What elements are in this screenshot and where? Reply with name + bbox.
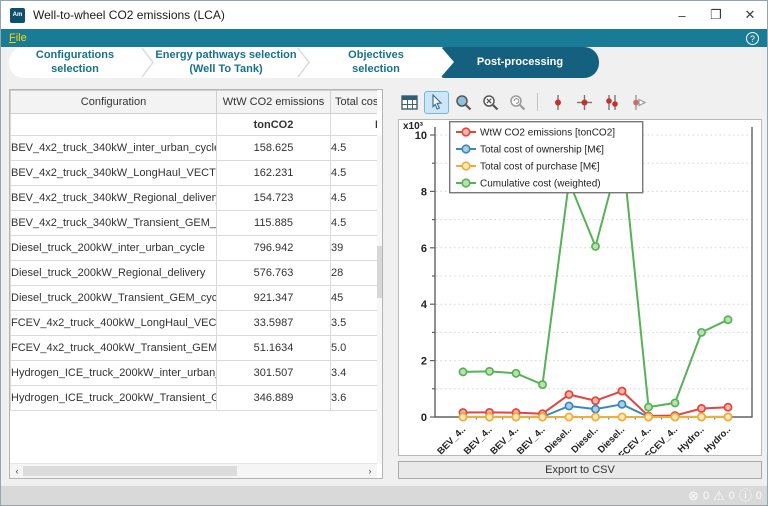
table-row[interactable]: Hydrogen_ICE_truck_200kW_inter_urban_cyc… bbox=[11, 361, 378, 386]
title-bar: Am Well-to-wheel CO2 emissions (LCA) – ❐… bbox=[1, 1, 767, 29]
double-cursor-icon[interactable] bbox=[599, 91, 624, 114]
menu-bar: File ? bbox=[1, 29, 767, 47]
legend-label: Total cost of ownership [M€] bbox=[480, 145, 604, 156]
horizontal-scrollbar-thumb[interactable] bbox=[23, 466, 237, 476]
legend-label: Cumulative cost (weighted) bbox=[480, 179, 601, 190]
table-row[interactable]: FCEV_4x2_truck_400kW_LongHaul_VECTO_cycl… bbox=[11, 311, 378, 336]
scroll-right-icon[interactable]: › bbox=[363, 464, 377, 478]
track-cursor-icon[interactable] bbox=[626, 91, 651, 114]
table-row[interactable]: BEV_4x2_truck_340kW_Regional_delivery154… bbox=[11, 186, 378, 211]
wizard-step-configurations[interactable]: Configurations selection bbox=[9, 47, 141, 78]
x-tick-label: Hydro.. bbox=[676, 424, 707, 455]
chart-toolbar bbox=[393, 89, 763, 115]
app-icon: Am bbox=[10, 8, 25, 23]
close-button[interactable]: ✕ bbox=[733, 1, 767, 29]
unit-cost: M bbox=[331, 114, 378, 136]
zoom-out-icon[interactable] bbox=[478, 91, 503, 114]
error-count-icon: ⊗ bbox=[688, 486, 699, 505]
error-count: 0 bbox=[703, 490, 709, 502]
toolbar-separator bbox=[537, 93, 538, 111]
table-row[interactable]: BEV_4x2_truck_340kW_LongHaul_VECTO_cycle… bbox=[11, 161, 378, 186]
table-row[interactable]: Diesel_truck_200kW_Transient_GEM_cycle92… bbox=[11, 286, 378, 311]
svg-text:4: 4 bbox=[421, 299, 428, 311]
app-window: Am Well-to-wheel CO2 emissions (LCA) – ❐… bbox=[0, 0, 768, 506]
menu-item-file[interactable]: File bbox=[9, 32, 27, 44]
chevron-separator-icon bbox=[141, 47, 155, 78]
table-row[interactable]: FCEV_4x2_truck_400kW_Transient_GEM_cycle… bbox=[11, 336, 378, 361]
table-horizontal-scrollbar[interactable]: ‹ › bbox=[10, 463, 377, 478]
table-row[interactable]: BEV_4x2_truck_340kW_inter_urban_cycle158… bbox=[11, 136, 378, 161]
warning-count: 0 bbox=[729, 490, 735, 502]
x-tick-label: Diesel.. bbox=[569, 424, 600, 455]
column-header-co2[interactable]: WtW CO2 emissions bbox=[217, 91, 331, 114]
maximize-button[interactable]: ❐ bbox=[699, 1, 733, 29]
single-cursor-icon[interactable] bbox=[545, 91, 570, 114]
unit-tonco2: tonCO2 bbox=[217, 114, 331, 136]
export-csv-button[interactable]: Export to CSV bbox=[398, 461, 762, 479]
chart-panel: 0246810x10³BEV_4..BEV_4..BEV_4..BEV_4..D… bbox=[393, 89, 763, 479]
table-units-row: tonCO2 M bbox=[11, 114, 378, 136]
wizard-step-energy-pathways[interactable]: Energy pathways selection (Well To Tank) bbox=[155, 47, 297, 78]
table-row[interactable]: Hydrogen_ICE_truck_200kW_Transient_GEM_c… bbox=[11, 386, 378, 411]
info-count: 0 bbox=[756, 490, 762, 502]
scroll-left-icon[interactable]: ‹ bbox=[10, 464, 24, 478]
x-tick-label: BEV_4.. bbox=[515, 424, 548, 455]
warning-count-icon: ⚠ bbox=[713, 486, 725, 505]
svg-text:2: 2 bbox=[421, 356, 427, 368]
legend-label: Total cost of purchase [M€] bbox=[480, 162, 600, 173]
window-title: Well-to-wheel CO2 emissions (LCA) bbox=[33, 8, 225, 22]
zoom-region-icon[interactable] bbox=[451, 91, 476, 114]
table-vertical-scrollbar[interactable] bbox=[377, 136, 382, 464]
column-header-configuration[interactable]: Configuration bbox=[11, 91, 217, 114]
wizard-step-post-processing[interactable]: Post-processing bbox=[441, 47, 599, 78]
pointer-tool-icon[interactable] bbox=[424, 91, 449, 114]
zoom-reset-icon[interactable] bbox=[505, 91, 530, 114]
configuration-table-panel: Configuration WtW CO2 emissions Total co… bbox=[9, 89, 383, 479]
table-row[interactable]: BEV_4x2_truck_340kW_Transient_GEM_cycle1… bbox=[11, 211, 378, 236]
table-row[interactable]: Diesel_truck_200kW_Regional_delivery576.… bbox=[11, 261, 378, 286]
help-icon[interactable]: ? bbox=[746, 32, 759, 45]
info-count-icon: ⓘ bbox=[739, 486, 752, 505]
configuration-table: Configuration WtW CO2 emissions Total co… bbox=[10, 90, 377, 464]
legend-label: WtW CO2 emissions [tonCO2] bbox=[480, 128, 615, 139]
chart-canvas[interactable]: 0246810x10³BEV_4..BEV_4..BEV_4..BEV_4..D… bbox=[398, 119, 762, 456]
chart-legend: WtW CO2 emissions [tonCO2] Total cost of … bbox=[450, 122, 643, 193]
y-axis-scale-label: x10³ bbox=[403, 121, 424, 132]
column-header-total-cost[interactable]: Total cost o bbox=[331, 91, 378, 114]
chevron-separator-icon bbox=[297, 47, 311, 78]
crosshair-cursor-icon[interactable] bbox=[572, 91, 597, 114]
wizard-breadcrumb: Configurations selection Energy pathways… bbox=[9, 47, 599, 78]
x-tick-label: Hydro.. bbox=[702, 424, 733, 455]
wizard-step-objectives[interactable]: Objectives selection bbox=[311, 47, 441, 78]
x-tick-label: Diesel.. bbox=[543, 424, 574, 455]
chart-series-2 bbox=[459, 413, 731, 420]
data-table-icon[interactable] bbox=[397, 91, 422, 114]
table-header-row: Configuration WtW CO2 emissions Total co… bbox=[11, 91, 378, 114]
svg-text:6: 6 bbox=[421, 243, 427, 255]
svg-text:0: 0 bbox=[421, 412, 427, 424]
minimize-button[interactable]: – bbox=[665, 1, 699, 29]
status-bar: ⊗ 0 ⚠ 0 ⓘ 0 bbox=[1, 486, 767, 505]
table-row[interactable]: Diesel_truck_200kW_inter_urban_cycle796.… bbox=[11, 236, 378, 261]
svg-text:8: 8 bbox=[421, 186, 427, 198]
vertical-scrollbar-thumb[interactable] bbox=[377, 246, 382, 298]
